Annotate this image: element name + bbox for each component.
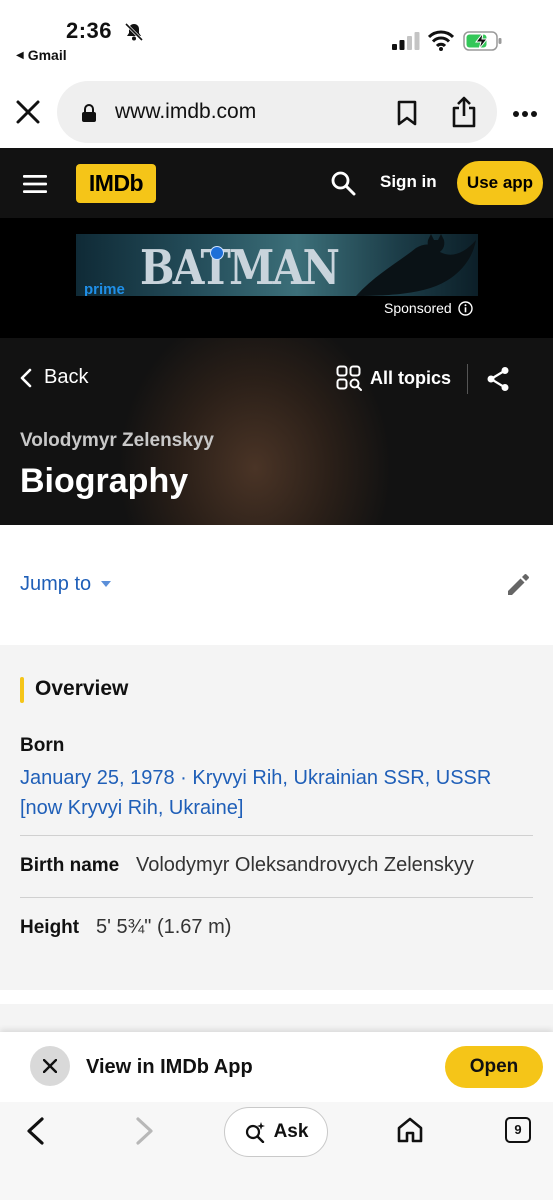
jump-to-row: Jump to: [0, 525, 553, 645]
jump-to-label: Jump to: [20, 573, 92, 595]
app-banner: View in IMDb App Open: [0, 1032, 553, 1102]
imdb-logo[interactable]: IMDb: [76, 164, 156, 203]
biography-hero: Back All topics Volodymyr Zelenskyy Biog…: [0, 338, 553, 525]
info-icon: [458, 300, 473, 316]
share-icon[interactable]: [451, 96, 477, 128]
section-gap: [0, 990, 553, 1004]
banner-text: View in IMDb App: [86, 1056, 253, 1078]
open-app-button[interactable]: Open: [445, 1046, 543, 1088]
close-icon: [43, 1059, 57, 1073]
ad-banner[interactable]: prime BATMAN: [76, 234, 478, 296]
born-comma: ,: [118, 767, 125, 789]
born-label: Born: [20, 735, 65, 756]
all-topics-label: All topics: [370, 367, 452, 388]
hero-divider: [467, 364, 468, 394]
grid-search-icon: [336, 365, 362, 391]
bell-off-icon: [124, 22, 144, 42]
height-value: 5' 5¾" (1.67 m): [96, 916, 232, 938]
url-text: www.imdb.com: [115, 100, 257, 123]
person-name[interactable]: Volodymyr Zelenskyy: [20, 430, 214, 452]
search-icon[interactable]: [330, 170, 356, 196]
row-divider: [20, 897, 533, 898]
back-label: Back: [44, 366, 89, 388]
born-date-link[interactable]: January 25: [20, 767, 119, 789]
battery-charging-icon: [463, 31, 502, 51]
ad-area: prime BATMAN Sponsored: [0, 218, 553, 338]
birth-name-label: Birth name: [20, 855, 120, 876]
caret-down-icon: [101, 581, 112, 587]
sign-in-link[interactable]: Sign in: [380, 172, 437, 192]
browser-toolbar: Ask 9: [0, 1102, 553, 1200]
signal-icon: [392, 32, 420, 50]
close-icon[interactable]: [14, 98, 42, 126]
jump-to-dropdown[interactable]: Jump to: [20, 573, 112, 596]
born-value: January 25, 1978 · Kryvyi Rih, Ukrainian…: [20, 763, 520, 823]
born-separator: ·: [174, 767, 193, 789]
hamburger-icon[interactable]: [22, 174, 48, 194]
browser-url-row: www.imdb.com: [0, 74, 553, 148]
back-arrow-icon[interactable]: [24, 1116, 46, 1146]
all-topics-button[interactable]: All topics: [336, 365, 451, 391]
birth-name-value: Volodymyr Oleksandrovych Zelenskyy: [136, 854, 474, 876]
back-triangle-icon: ◀: [16, 49, 24, 61]
pencil-icon[interactable]: [505, 572, 531, 598]
page-title: Biography: [20, 462, 189, 500]
wifi-icon: [428, 30, 454, 51]
bookmark-icon[interactable]: [397, 100, 417, 126]
status-time: 2:36: [66, 18, 113, 43]
back-to-app-button[interactable]: ◀ Gmail: [16, 47, 67, 63]
ad-title: BATMAN: [140, 240, 340, 296]
section-accent-bar: [20, 677, 24, 703]
banner-close-button[interactable]: [30, 1046, 70, 1086]
height-label: Height: [20, 917, 80, 938]
sponsored-text: Sponsored: [384, 300, 452, 316]
ask-label: Ask: [273, 1121, 309, 1142]
address-bar[interactable]: www.imdb.com: [57, 81, 497, 143]
born-year-link[interactable]: 1978: [130, 767, 175, 789]
sparkle-search-icon: [245, 1122, 265, 1143]
lock-icon: [82, 104, 96, 122]
more-icon[interactable]: [512, 110, 538, 118]
ad-brand: prime: [84, 281, 125, 296]
next-section-card: [0, 1004, 553, 1032]
tabs-icon[interactable]: 9: [505, 1117, 531, 1143]
back-button[interactable]: Back: [20, 366, 88, 389]
home-icon[interactable]: [396, 1116, 424, 1144]
share-nodes-icon[interactable]: [486, 366, 510, 392]
overview-title: Overview: [35, 677, 129, 700]
batman-figure-icon: [356, 234, 476, 296]
row-divider: [20, 835, 533, 836]
dc-logo-icon: [210, 246, 224, 260]
overview-section: Overview Born January 25, 1978 · Kryvyi …: [0, 645, 553, 990]
forward-arrow-icon[interactable]: [134, 1116, 156, 1146]
status-bar: 2:36 ◀ Gmail: [0, 0, 553, 70]
sponsored-label[interactable]: Sponsored: [384, 300, 473, 316]
imdb-header: IMDb Sign in Use app: [0, 148, 553, 218]
chevron-left-icon: [20, 368, 32, 387]
back-app-label: Gmail: [27, 47, 67, 63]
use-app-button[interactable]: Use app: [457, 161, 543, 205]
ask-button[interactable]: Ask: [224, 1107, 328, 1157]
